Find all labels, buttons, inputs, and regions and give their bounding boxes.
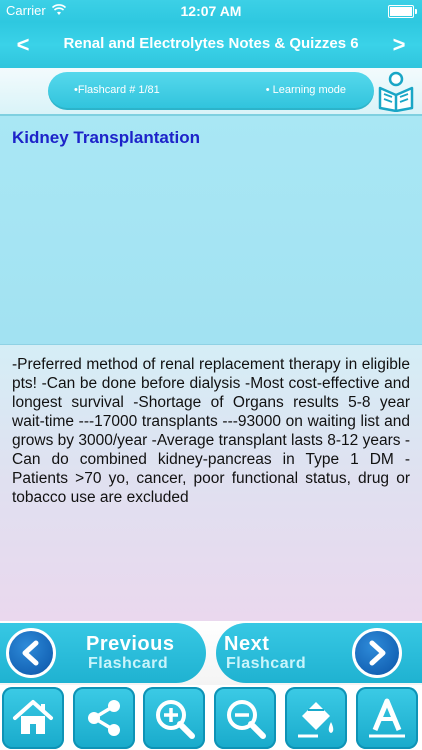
flashcard-back: -Preferred method of renal replacement t… [0,345,422,621]
color-theme-button[interactable] [285,687,347,749]
chevron-left-icon [6,628,56,678]
paint-bucket-icon [298,702,334,738]
flashcard-front: Kidney Transplantation [0,116,422,345]
clock: 12:07 AM [180,3,242,19]
zoom-out-icon [227,700,266,739]
font-button[interactable] [356,687,418,749]
chevron-right-icon [352,628,402,678]
previous-flashcard-button[interactable]: Previous Flashcard [0,623,206,683]
page-title: Renal and Electrolytes Notes & Quizzes 6 [63,35,359,52]
flashcard-text: -Preferred method of renal replacement t… [12,356,410,506]
previous-sublabel: Flashcard [88,655,169,672]
zoom-in-icon [156,700,195,739]
next-flashcard-button[interactable]: Next Flashcard [216,623,422,683]
share-icon [88,700,120,736]
flashcard-title: Kidney Transplantation [12,128,200,147]
flashcard-counter: •Flashcard # 1/81 [74,84,160,96]
bottom-toolbar [0,685,422,750]
home-icon [13,700,53,734]
next-sublabel: Flashcard [226,655,307,672]
font-icon [369,698,405,738]
previous-label: Previous [86,633,175,655]
nav-bar: < Renal and Electrolytes Notes & Quizzes… [0,22,422,68]
book-reader-icon[interactable] [376,70,416,112]
share-button[interactable] [73,687,135,749]
home-button[interactable] [2,687,64,749]
zoom-in-button[interactable] [143,687,205,749]
battery-icon [388,5,417,18]
info-strip: •Flashcard # 1/81 • Learning mode [0,68,422,114]
forward-button[interactable]: > [384,28,414,62]
mode-label: • Learning mode [265,84,346,96]
flashcard: Kidney Transplantation -Preferred method… [0,114,422,623]
status-bar: Carrier 12:07 AM [0,0,422,22]
back-button[interactable]: < [8,28,38,62]
flashcard-navigation: Previous Flashcard Next Flashcard [0,621,422,685]
next-label: Next [224,633,270,655]
zoom-out-button[interactable] [214,687,276,749]
info-pill: •Flashcard # 1/81 • Learning mode [48,72,374,110]
